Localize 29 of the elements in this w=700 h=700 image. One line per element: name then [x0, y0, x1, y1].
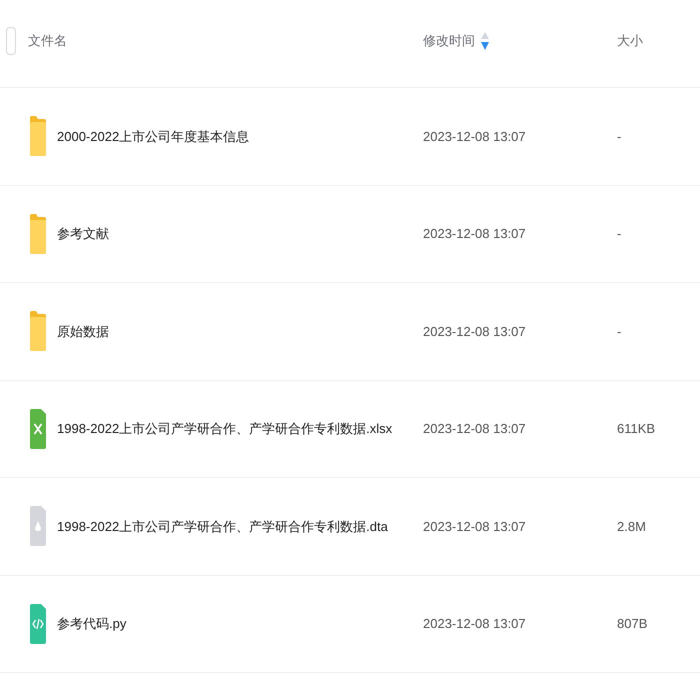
column-header: 大小	[617, 32, 643, 50]
folder-icon	[30, 214, 46, 254]
column-header: 文件名	[28, 32, 67, 50]
select-all-checkbox[interactable]	[6, 26, 16, 54]
file-name[interactable]: 参考文献	[57, 226, 109, 241]
file-size: 807B	[617, 616, 648, 631]
modified-time: 2023-12-08 13:07	[423, 324, 526, 338]
file-size: -	[617, 324, 622, 338]
folder-icon	[30, 311, 46, 352]
modified-time: 2023-12-08 13:07	[423, 518, 526, 534]
modified-time: 2023-12-08 13:07	[423, 128, 526, 144]
modified-time: 2023-12-08 13:07	[423, 421, 526, 436]
file-name[interactable]: 1998-2022上市公司产学研合作、产学研合作专利数据.dta	[57, 518, 388, 534]
sort-icon[interactable]	[481, 32, 489, 50]
file-size: 2.8M	[617, 518, 646, 534]
file-size: 611KB	[617, 421, 656, 436]
file-size: -	[617, 226, 622, 241]
folder-icon	[30, 116, 46, 156]
file-name[interactable]: 参考代码.py	[57, 616, 126, 631]
modified-time: 2023-12-08 13:07	[423, 616, 526, 631]
file-name[interactable]: 2000-2022上市公司年度基本信息	[57, 128, 250, 144]
file-name[interactable]: 原始数据	[57, 324, 109, 338]
modified-time: 2023-12-08 13:07	[423, 226, 526, 241]
file-size: -	[617, 128, 622, 144]
document-icon	[30, 506, 46, 546]
file-name[interactable]: 1998-2022上市公司产学研合作、产学研合作专利数据.xlsx	[57, 421, 392, 436]
column-header[interactable]: 修改时间	[423, 30, 475, 50]
code-file-icon	[30, 604, 46, 644]
spreadsheet-icon	[30, 408, 46, 449]
